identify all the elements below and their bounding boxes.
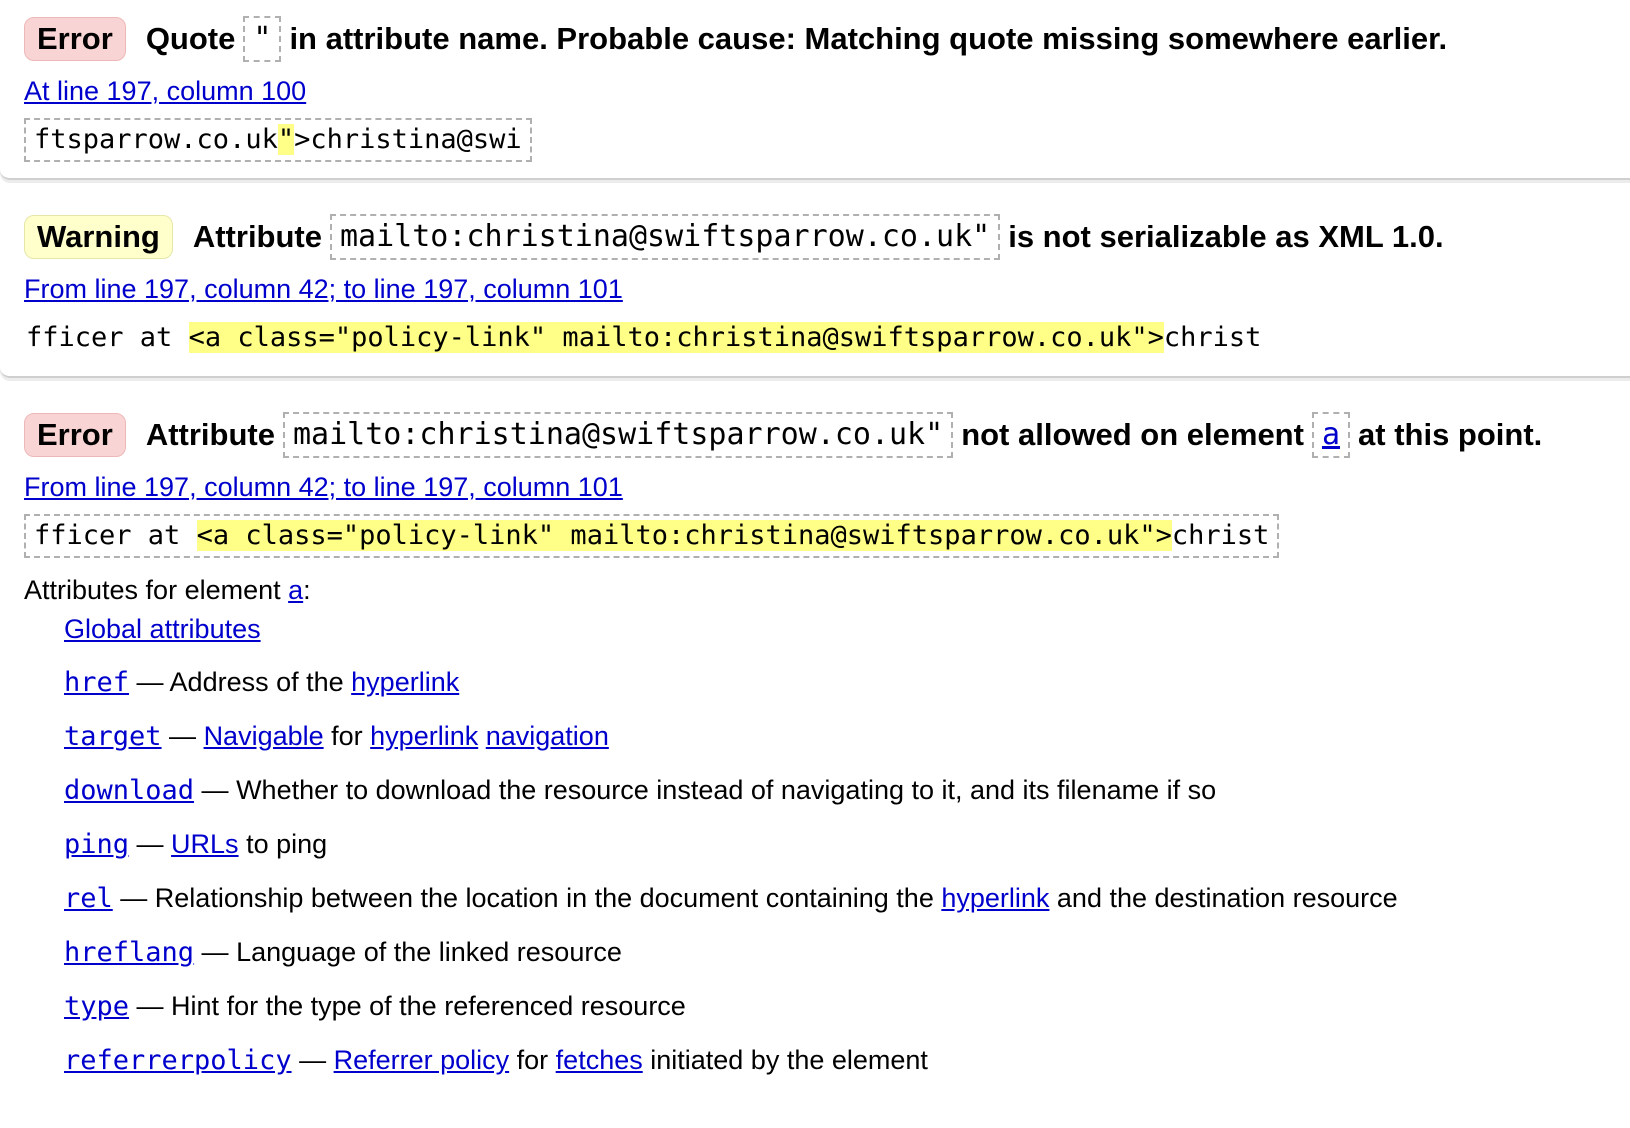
- message-code: mailto:christina@swiftsparrow.co.uk": [330, 214, 1001, 260]
- error-badge: Error: [24, 17, 126, 61]
- attribute-dash: —: [194, 775, 237, 805]
- definition-link[interactable]: fetches: [556, 1045, 643, 1075]
- attribute-list: Global attributes href — Address of the …: [64, 612, 1630, 1078]
- extract-post: >christina@swi: [294, 124, 522, 155]
- message-warning-xml: Warning Attribute mailto:christina@swift…: [0, 198, 1630, 378]
- attribute-dash: —: [291, 1045, 334, 1075]
- message-text-before: Attribute: [145, 417, 275, 452]
- attribute-name-link[interactable]: referrerpolicy: [64, 1045, 292, 1076]
- attribute-description: Hint for the type of the referenced reso…: [171, 991, 686, 1021]
- attribute-item-referrerpolicy: referrerpolicy — Referrer policy for fet…: [64, 1043, 1630, 1078]
- definition-link[interactable]: URLs: [171, 829, 239, 859]
- attribute-name-link[interactable]: hreflang: [64, 937, 194, 968]
- attribute-description: initiated by the element: [642, 1045, 928, 1075]
- attribute-description: [478, 721, 486, 751]
- message-heading: Error Attribute mailto:christina@swiftsp…: [24, 412, 1630, 458]
- attributes-title-prefix: Attributes for element: [24, 575, 289, 605]
- attribute-description: Whether to download the resource instead…: [236, 775, 1217, 805]
- message-text-after: in attribute name. Probable cause: Match…: [289, 21, 1448, 56]
- attribute-name-link[interactable]: rel: [64, 883, 113, 914]
- attribute-item-ping: ping — URLs to ping: [64, 827, 1630, 862]
- attribute-item-target: target — Navigable for hyperlink navigat…: [64, 719, 1630, 754]
- attribute-description: for: [323, 721, 371, 751]
- attribute-name-link[interactable]: target: [64, 721, 162, 752]
- message-text-before: Attribute: [192, 219, 322, 254]
- definition-link[interactable]: hyperlink: [941, 883, 1049, 913]
- attribute-description: for: [509, 1045, 556, 1075]
- attribute-name-link[interactable]: type: [64, 991, 129, 1022]
- warning-badge: Warning: [24, 215, 173, 259]
- extract-post: christ: [1171, 520, 1270, 551]
- attribute-description: Address of the: [169, 667, 352, 697]
- source-extract: fficer at <a class="policy-link" mailto:…: [24, 514, 1280, 558]
- attribute-item-href: href — Address of the hyperlink: [64, 665, 1630, 700]
- attribute-dash: —: [112, 883, 155, 913]
- message-code: ": [243, 16, 282, 62]
- definition-link[interactable]: Referrer policy: [334, 1045, 510, 1075]
- extract-pre: ftsparrow.co.uk: [34, 124, 278, 155]
- extract-highlight: <a class="policy-link" mailto:christina@…: [188, 322, 1164, 353]
- attribute-item-rel: rel — Relationship between the location …: [64, 881, 1630, 916]
- attribute-name-link[interactable]: href: [64, 667, 129, 698]
- message-heading: Warning Attribute mailto:christina@swift…: [24, 214, 1630, 260]
- message-text-mid: not allowed on element: [961, 417, 1304, 452]
- attribute-name-link[interactable]: ping: [64, 829, 129, 860]
- message-code: mailto:christina@swiftsparrow.co.uk": [282, 412, 954, 458]
- attribute-description: Relationship between the location in the…: [154, 883, 942, 913]
- source-extract: ftsparrow.co.uk">christina@swi: [24, 118, 532, 162]
- message-text-after: is not serializable as XML 1.0.: [1008, 219, 1444, 254]
- definition-link[interactable]: hyperlink: [351, 667, 459, 697]
- location-link[interactable]: From line 197, column 42; to line 197, c…: [24, 272, 1630, 306]
- attribute-description: to ping: [238, 829, 328, 859]
- global-attributes-link[interactable]: Global attributes: [64, 614, 261, 644]
- attribute-dash: —: [161, 721, 204, 751]
- extract-highlight: ": [277, 124, 295, 155]
- definition-link[interactable]: Navigable: [204, 721, 324, 751]
- attribute-description: and the destination resource: [1049, 883, 1398, 913]
- element-link[interactable]: a: [1322, 417, 1340, 452]
- attributes-title-suffix: :: [303, 575, 311, 605]
- error-badge: Error: [24, 413, 126, 457]
- extract-highlight: <a class="policy-link" mailto:christina@…: [196, 520, 1172, 551]
- attribute-item-global: Global attributes: [64, 612, 1630, 646]
- attribute-dash: —: [129, 829, 172, 859]
- attribute-item-hreflang: hreflang — Language of the linked resour…: [64, 935, 1630, 970]
- attributes-element-link[interactable]: a: [288, 575, 303, 605]
- attributes-title: Attributes for element a:: [24, 572, 1630, 608]
- element-code: a: [1311, 412, 1351, 458]
- definition-link[interactable]: navigation: [486, 721, 609, 751]
- attribute-description: Language of the linked resource: [236, 937, 622, 967]
- attribute-dash: —: [129, 667, 170, 697]
- message-text-before: Quote: [145, 21, 236, 56]
- definition-link[interactable]: hyperlink: [370, 721, 478, 751]
- location-link[interactable]: At line 197, column 100: [24, 74, 1630, 108]
- extract-pre: fficer at: [26, 322, 189, 353]
- extract-post: christ: [1163, 322, 1262, 353]
- attribute-name-link[interactable]: download: [64, 775, 194, 806]
- message-text-after: at this point.: [1358, 417, 1543, 452]
- attribute-dash: —: [129, 991, 172, 1021]
- extract-pre: fficer at: [34, 520, 197, 551]
- attribute-dash: —: [194, 937, 237, 967]
- attribute-item-download: download — Whether to download the resou…: [64, 773, 1630, 808]
- attribute-item-type: type — Hint for the type of the referenc…: [64, 989, 1630, 1024]
- location-link[interactable]: From line 197, column 42; to line 197, c…: [24, 470, 1630, 504]
- message-heading: Error Quote " in attribute name. Probabl…: [24, 16, 1630, 62]
- source-extract: fficer at <a class="policy-link" mailto:…: [24, 316, 1271, 360]
- message-error-attribute: Error Attribute mailto:christina@swiftsp…: [0, 396, 1630, 1113]
- message-error-quote: Error Quote " in attribute name. Probabl…: [0, 0, 1630, 180]
